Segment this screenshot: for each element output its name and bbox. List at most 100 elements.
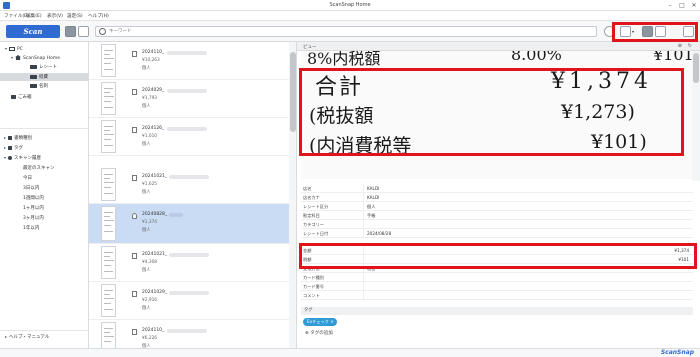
sidebar-item-pc[interactable]: ▾ PC [5,46,23,52]
redacted-text [169,253,209,257]
search-input[interactable] [109,28,589,35]
sidebar-section-history[interactable]: ▾ スキャン履歴 [4,155,41,161]
meta-row-store-kana[interactable]: 店名カナ KALDI [301,193,693,202]
list-item[interactable]: 2024029_ ¥1,793 個人 [89,80,289,118]
list-item[interactable]: 20241021_ ¥1,625 個人 [89,166,289,204]
brand-logo: ScanSnap [660,349,694,356]
redacted-text [167,127,207,131]
receipt-thumbnail [101,322,116,348]
list-item[interactable]: 2024110_ ¥6,226 個人 [89,320,289,348]
list-item[interactable]: 2024110_ ¥10,263 個人 [89,42,289,80]
close-button[interactable]: ✕ [688,1,700,10]
close-icon[interactable]: × [330,319,334,324]
preview-scrollbar[interactable] [692,51,700,181]
trash-icon [11,94,16,99]
redacted-text [169,213,183,217]
highlight-receipt-total [299,68,684,156]
list-item-selected[interactable]: 20240828_ ¥1,374 個人 [89,204,289,244]
document-icon [132,175,137,181]
rotate-icon[interactable]: ↻ [688,43,692,49]
preview-header-label: ビュー [303,45,317,50]
preview-header: ビュー ⊕ ↻ [297,42,700,51]
receipt-line: 8.00% [511,51,562,64]
list-item[interactable]: 2024126_ ¥1,010 個人 [89,118,289,156]
minimize-button[interactable]: – [664,1,676,10]
receipt-line: 8%内税額 [307,51,381,68]
scan-button[interactable]: Scan [6,25,60,38]
document-icon [132,51,137,57]
document-icon [132,291,137,297]
menu-help[interactable]: ヘルプ(H) [88,13,109,19]
home-icon [15,55,22,60]
sidebar-item-trash[interactable]: ごみ箱 [11,94,32,100]
preview-pane: ビュー ⊕ ↻ 8%内税額 8.00% ¥101 合計 ¥1,374 (税抜額 … [297,42,700,348]
document-icon [132,329,137,335]
redacted-text [169,175,209,179]
title-bar: ScanSnap Home – □ ✕ [0,0,700,11]
maximize-button[interactable]: □ [676,1,688,10]
history-3months[interactable]: 3ヶ月以内 [23,215,44,221]
receipt-thumbnail [101,246,116,279]
history-3days[interactable]: 3日以内 [23,185,39,191]
sidebar-item-home[interactable]: ▾ ScanSnap Home [11,55,60,61]
sidebar-section-tags[interactable]: ▸ タグ [4,145,23,151]
meta-row-card-type[interactable]: カード種別 [301,273,693,282]
zoom-icon[interactable]: ⊕ [678,43,682,49]
receipt-line: ¥101 [653,51,692,64]
window-title: ScanSnap Home [329,2,371,8]
meta-row-category[interactable]: カテゴリー [301,220,693,229]
redacted-text [167,89,207,93]
history-1year[interactable]: 1年以内 [23,225,39,231]
document-icon [132,127,137,133]
meta-row-account[interactable]: 勘定科目 手帳 [301,211,693,220]
tag-chip[interactable]: Evチェック × [303,318,337,326]
menu-edit[interactable]: 編集(E) [26,13,42,19]
folder-icon [30,64,37,69]
scanner-icon[interactable] [65,26,76,37]
tag-icon [8,145,13,150]
menu-view[interactable]: 表示(V) [47,13,63,19]
folder-icon [30,83,37,88]
history-today[interactable]: 今日 [23,175,32,181]
status-bar: ScanSnap [0,348,700,357]
list-item[interactable]: 20241029_ ¥2,916 個人 [89,282,289,320]
meta-row-comment[interactable]: コメント [301,291,693,300]
lightbulb-icon [132,213,137,219]
meta-row-receipt-type[interactable]: レシート区分 個人 [301,202,693,211]
sidebar-item-expense[interactable]: 経費 [0,73,88,81]
clock-icon [8,155,13,160]
sidebar-divider [0,128,89,129]
history-1month[interactable]: 1ヶ月以内 [23,205,44,211]
sidebar-item-receipt[interactable]: レシート [0,64,88,70]
document-list: 2024110_ ¥10,263 個人 2024029_ ¥1,793 個人 2… [89,42,297,348]
history-1week[interactable]: 1週間以内 [23,195,44,201]
search-icon [99,28,106,35]
document-icon [132,253,137,259]
redacted-text [167,51,207,55]
receipt-thumbnail [101,206,116,241]
add-tag-button[interactable]: ⊕ タグの追加 [305,330,333,336]
sidebar-section-doc-type[interactable]: ▸ 書類種別 [4,135,32,141]
search-box[interactable] [95,26,597,37]
receipt-thumbnail [101,168,116,201]
redacted-text [169,291,209,295]
document-icon [132,89,137,95]
scroll-thumb[interactable] [290,52,296,132]
history-recent[interactable]: 最近のスキャン [23,165,55,171]
redacted-text [167,329,207,333]
receipt-thumbnail [101,82,116,115]
receipt-thumbnail [101,120,116,153]
menu-settings[interactable]: 設定(S) [67,13,83,19]
meta-row-card-number[interactable]: カード番号 [301,282,693,291]
meta-row-store[interactable]: 店名 KALDI [301,184,693,193]
cloud-icon[interactable] [78,26,89,37]
help-manual-link[interactable]: ▸ ヘルプ・マニュアル [5,334,49,340]
sidebar-divider [0,330,89,331]
list-item[interactable]: 20241021_ ¥4,308 個人 [89,244,289,282]
meta-row-date[interactable]: レシート日付 2024/08/28 [301,229,693,238]
list-scrollbar[interactable] [289,42,296,348]
toolbar: Scan ▾ [0,21,700,42]
scroll-thumb[interactable] [693,53,699,83]
sidebar-item-business-card[interactable]: 名刺 [0,83,88,89]
doc-type-icon [8,135,13,140]
